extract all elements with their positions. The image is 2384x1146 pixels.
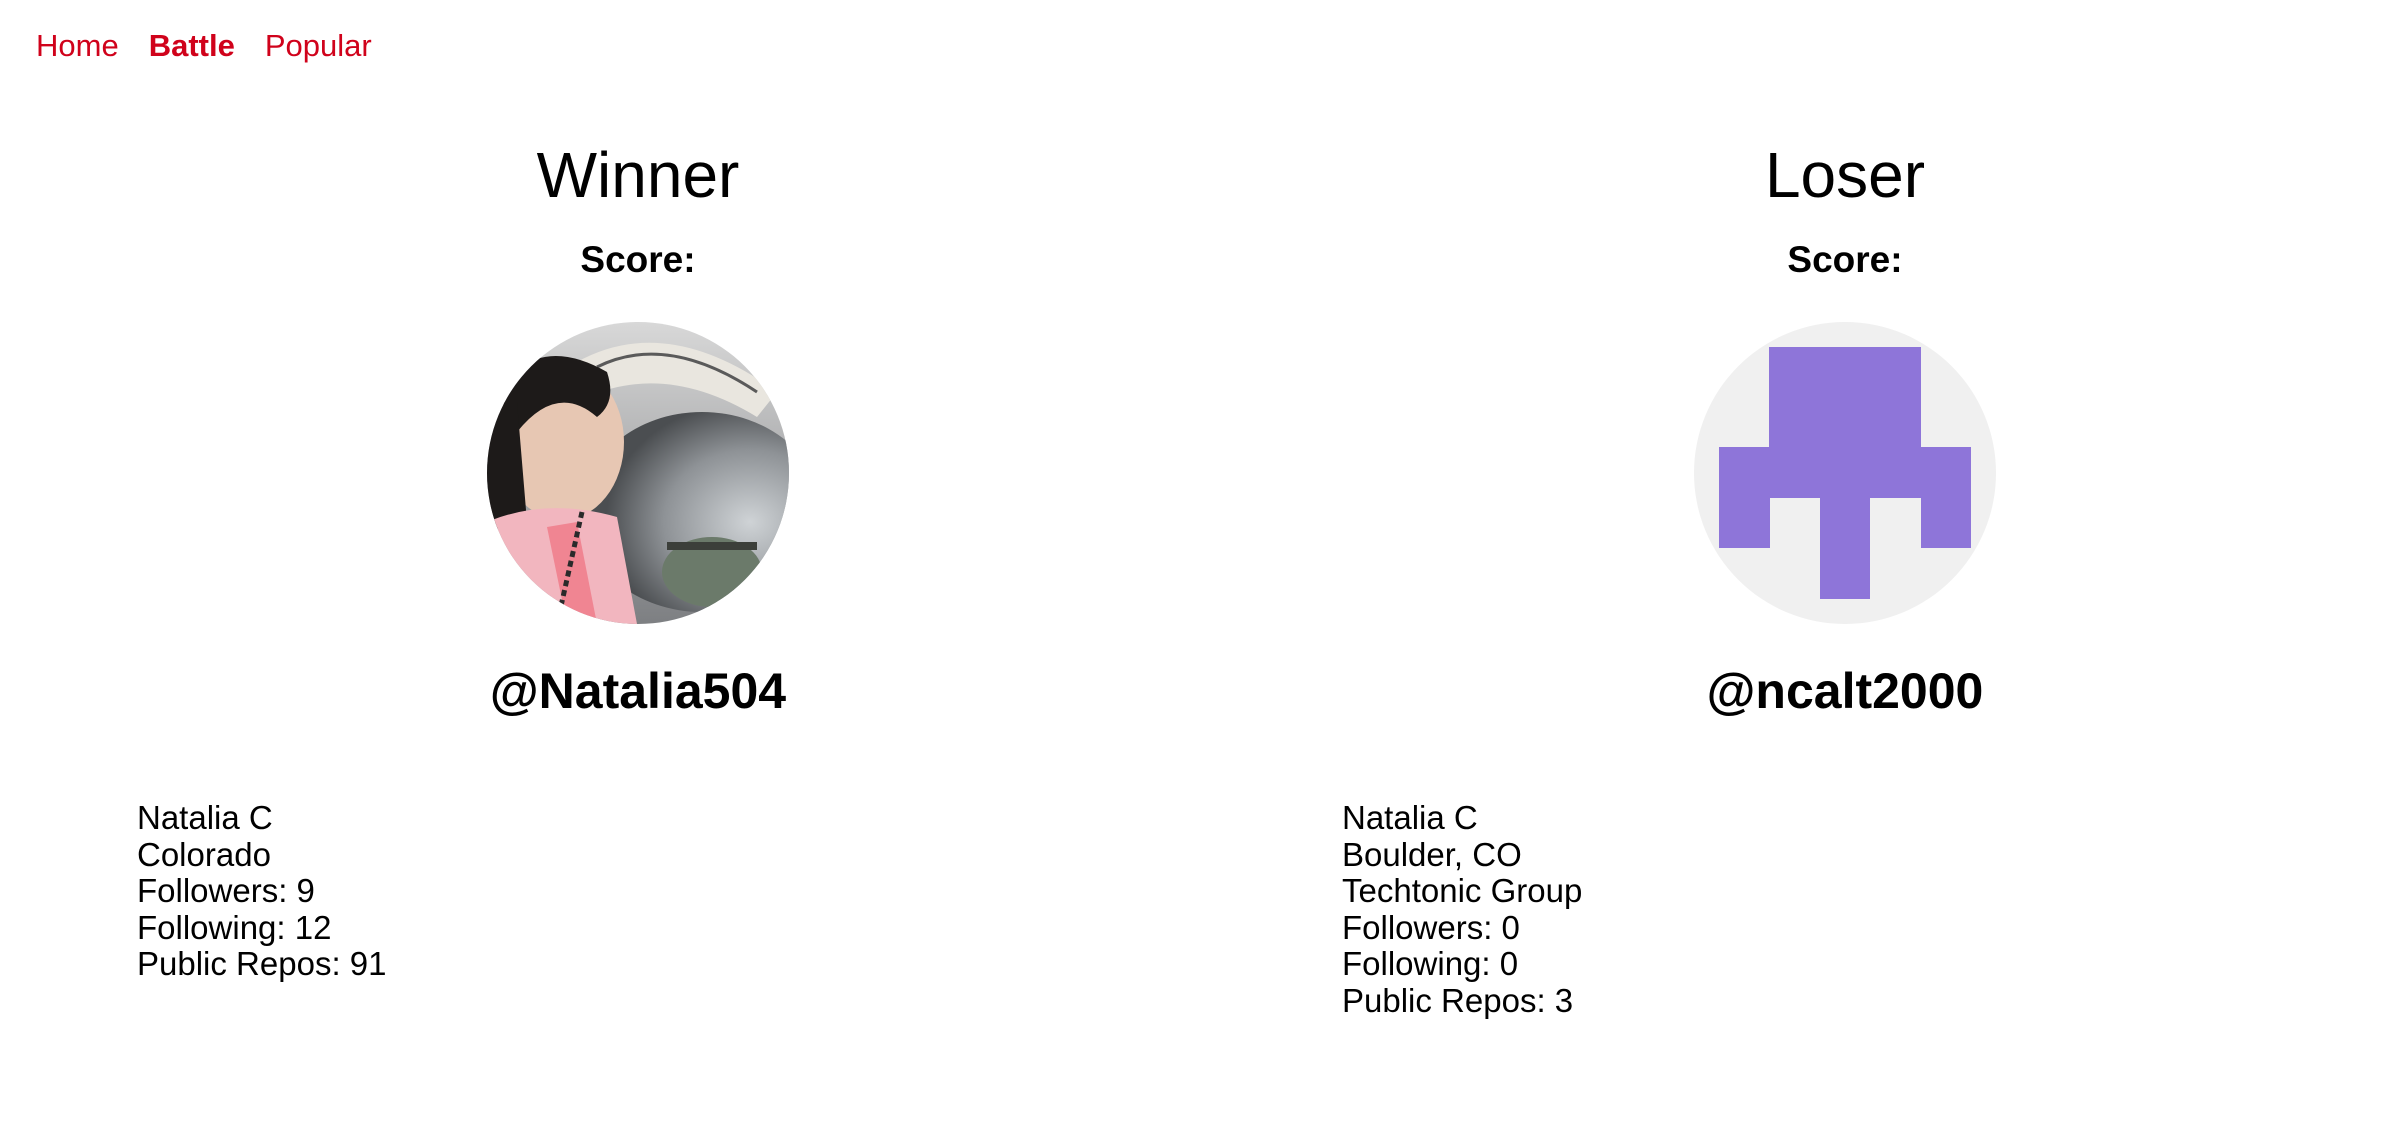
winner-details: Natalia C Colorado Followers: 9 Followin… [137, 799, 387, 983]
loser-location: Boulder, CO [1342, 835, 1522, 873]
loser-public-repos: Public Repos: 3 [1342, 981, 1574, 1019]
winner-username[interactable]: @Natalia504 [338, 656, 938, 726]
loser-followers: Followers: 0 [1342, 908, 1520, 946]
loser-avatar [1694, 322, 1996, 624]
winner-followers: Followers: 9 [137, 872, 315, 909]
winner-avatar-photo [487, 322, 789, 624]
loser-header: Loser [1764, 139, 1926, 211]
loser-name: Natalia C [1342, 799, 1478, 836]
winner-avatar [487, 322, 789, 624]
nav-battle-link[interactable]: Battle [149, 28, 235, 64]
loser-card: Loser Score: @ncalt2000 [1545, 130, 2145, 726]
winner-public-repos: Public Repos: 91 [137, 945, 387, 982]
loser-details: Natalia C Boulder, CO Techtonic Group Fo… [1342, 799, 1583, 1019]
loser-identicon [1694, 322, 1996, 624]
main-nav: Home Battle Popular [36, 28, 372, 64]
winner-name: Natalia C [137, 799, 273, 836]
nav-popular-link[interactable]: Popular [265, 28, 372, 64]
winner-header: Winner [536, 139, 740, 211]
winner-card: Winner Score: @Natalia504 [338, 130, 938, 726]
loser-following: Following: 0 [1342, 945, 1519, 982]
winner-location: Colorado [137, 835, 271, 873]
winner-score-label: Score: [580, 239, 696, 280]
loser-score-label: Score: [1787, 239, 1903, 280]
nav-home-link[interactable]: Home [36, 28, 119, 64]
loser-company: Techtonic Group [1342, 872, 1583, 909]
loser-username[interactable]: @ncalt2000 [1545, 656, 2145, 726]
winner-following: Following: 12 [137, 908, 332, 946]
